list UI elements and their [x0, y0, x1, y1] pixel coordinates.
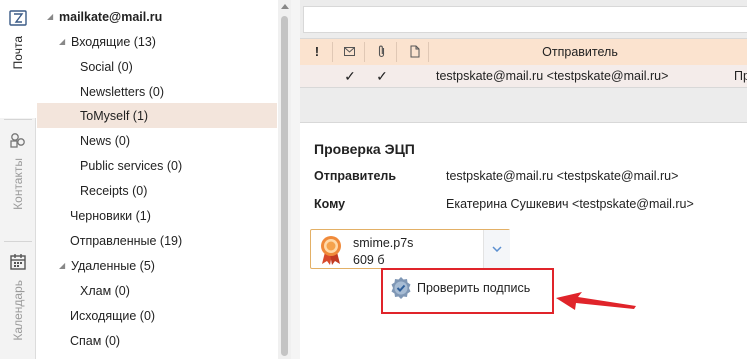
tree-scrollbar[interactable]: [278, 0, 291, 359]
verify-signature-label: Проверить подпись: [417, 281, 531, 295]
message-sender: testpskate@mail.ru <testpskate@mail.ru>: [436, 69, 669, 83]
column-divider: [428, 42, 429, 62]
attachment-check: ✓: [376, 67, 388, 84]
folder-label: Спам (0): [70, 333, 121, 348]
folder-junk[interactable]: Хлам (0): [37, 278, 277, 303]
document-icon[interactable]: [410, 45, 420, 58]
folder-label: Отправленные (19): [70, 233, 183, 248]
tab-calendar-label: Календарь: [11, 280, 25, 341]
scroll-up-arrow-icon[interactable]: [281, 4, 289, 9]
tab-mail[interactable]: Почта: [0, 0, 36, 118]
folder-label: Входящие (13): [71, 34, 156, 49]
message-subject: Пр: [734, 69, 747, 83]
folder-news[interactable]: News (0): [37, 128, 277, 153]
attachment-name: smime.p7s: [353, 236, 414, 250]
annotation-arrow-icon: [556, 292, 636, 310]
contacts-icon: [10, 133, 25, 148]
sender-value: testpskate@mail.ru <testpskate@mail.ru>: [446, 169, 679, 183]
search-input[interactable]: [303, 6, 747, 33]
read-check: ✓: [344, 67, 356, 84]
message-list-header: ! Отправитель: [300, 39, 747, 65]
tab-mail-label: Почта: [10, 36, 25, 70]
folder-spam[interactable]: Спам (0): [37, 328, 277, 353]
column-divider: [364, 42, 365, 62]
collapse-triangle-icon[interactable]: ◢: [59, 261, 69, 270]
folder-label: Удаленные (5): [71, 258, 155, 273]
recipient-label: Кому: [314, 197, 346, 211]
column-flag[interactable]: !: [312, 45, 322, 59]
verify-signature-highlight: Проверить подпись: [381, 268, 554, 314]
folder-social[interactable]: Social (0): [37, 54, 277, 79]
attachment-menu-button[interactable]: [483, 230, 510, 268]
folder-label: Receipts (0): [80, 183, 148, 198]
message-list: ! Отправитель ✓ ✓ testpskate@mail.ru <te…: [300, 38, 747, 88]
scrollbar-thumb[interactable]: [281, 16, 288, 356]
message-row[interactable]: ✓ ✓ testpskate@mail.ru <testpskate@mail.…: [300, 65, 747, 87]
paperclip-icon[interactable]: [377, 45, 386, 58]
attachment-size: 609 б: [353, 253, 385, 267]
folder-tomyself[interactable]: ToMyself (1): [37, 103, 277, 128]
rail-divider: [4, 241, 32, 242]
folder-outbox[interactable]: Исходящие (0): [37, 303, 277, 328]
collapse-triangle-icon[interactable]: ◢: [59, 37, 69, 46]
folder-inbox[interactable]: ◢ Входящие (13): [37, 29, 277, 54]
tab-contacts[interactable]: Контакты: [0, 122, 36, 240]
column-divider: [332, 42, 333, 62]
collapse-triangle-icon[interactable]: ◢: [47, 12, 57, 21]
sender-label: Отправитель: [314, 169, 397, 183]
splitter[interactable]: [291, 0, 300, 359]
tab-contacts-label: Контакты: [11, 158, 25, 210]
mail-icon: [8, 10, 27, 26]
folder-receipts[interactable]: Receipts (0): [37, 178, 277, 203]
preview-title: Проверка ЭЦП: [314, 141, 415, 157]
tab-calendar[interactable]: Календарь: [0, 244, 36, 359]
folder-label: Social (0): [80, 59, 133, 74]
folder-tree: ◢ mailkate@mail.ru ◢ Входящие (13) Socia…: [37, 0, 277, 359]
column-sender[interactable]: Отправитель: [500, 45, 660, 59]
account-row[interactable]: ◢ mailkate@mail.ru: [37, 4, 277, 29]
certificate-icon: [321, 236, 341, 265]
chevron-down-icon: [492, 246, 502, 252]
folder-label: News (0): [80, 133, 131, 148]
column-divider: [396, 42, 397, 62]
folder-newsletters[interactable]: Newsletters (0): [37, 79, 277, 104]
folder-label: Хлам (0): [80, 283, 130, 298]
folder-deleted[interactable]: ◢ Удаленные (5): [37, 253, 277, 278]
folder-sent[interactable]: Отправленные (19): [37, 228, 277, 253]
rail-divider: [4, 119, 32, 120]
folder-drafts[interactable]: Черновики (1): [37, 203, 277, 228]
folder-public-services[interactable]: Public services (0): [37, 153, 277, 178]
folder-label: Public services (0): [80, 158, 183, 173]
folder-label: Исходящие (0): [70, 308, 156, 323]
folder-label: Черновики (1): [70, 208, 151, 223]
calendar-icon: [10, 254, 26, 270]
verified-badge-icon: [391, 277, 411, 299]
folder-label: ToMyself (1): [80, 108, 149, 123]
envelope-icon[interactable]: [344, 47, 355, 56]
folder-label: Newsletters (0): [80, 84, 165, 99]
preview-pane: Проверка ЭЦП Отправитель testpskate@mail…: [300, 122, 747, 359]
account-label: mailkate@mail.ru: [59, 9, 163, 24]
verify-signature-button[interactable]: Проверить подпись: [389, 276, 530, 300]
left-rail: Почта Контакты Календарь: [0, 0, 36, 359]
attachment-chip[interactable]: smime.p7s 609 б: [310, 229, 510, 269]
recipient-value: Екатерина Сушкевич <testpskate@mail.ru>: [446, 197, 694, 211]
